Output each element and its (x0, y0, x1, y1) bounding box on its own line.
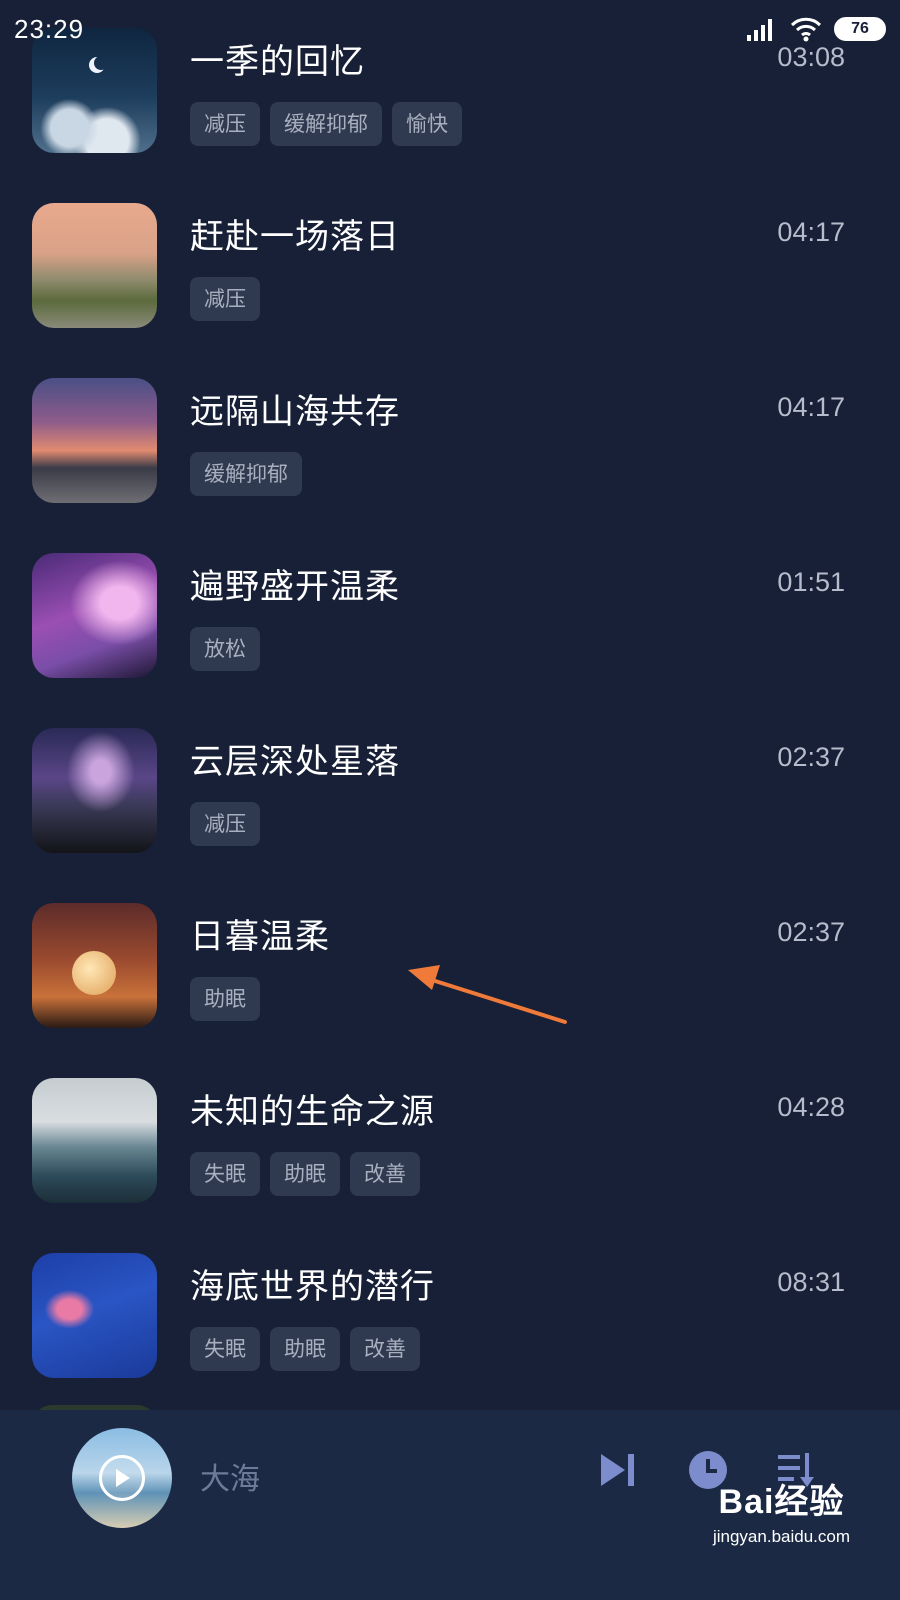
track-tag[interactable]: 改善 (350, 1327, 420, 1371)
track-cover-image (32, 1253, 157, 1378)
track-tags: 失眠 助眠 改善 (190, 1327, 420, 1371)
track-tag[interactable]: 减压 (190, 277, 260, 321)
play-icon (116, 1469, 130, 1487)
status-bar: 23:29 76 (0, 0, 900, 60)
battery-indicator: 76 (834, 17, 886, 41)
now-playing-cover[interactable] (72, 1428, 172, 1528)
watermark-url: jingyan.baidu.com (712, 1527, 850, 1546)
play-button[interactable] (99, 1455, 145, 1501)
next-track-button[interactable] (598, 1450, 638, 1490)
track-cover-image (32, 203, 157, 328)
track-tags: 减压 (190, 802, 260, 846)
track-duration: 04:17 (777, 217, 845, 247)
track-title: 遍野盛开温柔 (190, 567, 400, 607)
track-cover-image (32, 553, 157, 678)
track-tag[interactable]: 失眠 (190, 1327, 260, 1371)
track-duration: 02:37 (777, 917, 845, 947)
status-time: 23:29 (14, 14, 85, 44)
track-item[interactable]: 云层深处星落 02:37 减压 (0, 728, 900, 903)
track-item[interactable]: 遍野盛开温柔 01:51 放松 (0, 553, 900, 728)
track-title: 远隔山海共存 (190, 392, 400, 432)
track-title: 赶赴一场落日 (190, 217, 400, 257)
track-tag[interactable]: 愉快 (392, 102, 462, 146)
track-tags: 缓解抑郁 (190, 452, 302, 496)
track-duration: 04:28 (777, 1092, 845, 1122)
track-tag[interactable]: 放松 (190, 627, 260, 671)
track-tag[interactable]: 减压 (190, 802, 260, 846)
track-tag[interactable]: 助眠 (270, 1327, 340, 1371)
track-title: 云层深处星落 (190, 742, 400, 782)
track-item[interactable]: 赶赴一场落日 04:17 减压 (0, 203, 900, 378)
wifi-icon (790, 17, 822, 42)
track-duration: 04:17 (777, 392, 845, 422)
track-tag[interactable]: 缓解抑郁 (190, 452, 302, 496)
track-tags: 放松 (190, 627, 260, 671)
track-item[interactable]: 日暮温柔 02:37 助眠 (0, 903, 900, 1078)
track-item[interactable]: 海底世界的潜行 08:31 失眠 助眠 改善 (0, 1253, 900, 1428)
mini-player: 大海 Bai经验 jingyan.baidu.com (0, 1410, 900, 1600)
battery-level: 76 (851, 20, 869, 37)
track-cover-image (32, 903, 157, 1028)
track-duration: 08:31 (777, 1267, 845, 1297)
track-title: 日暮温柔 (190, 917, 330, 957)
track-cover-image (32, 378, 157, 503)
track-tags: 减压 缓解抑郁 愉快 (190, 102, 462, 146)
track-tags: 助眠 (190, 977, 260, 1021)
skip-next-icon (601, 1454, 634, 1486)
track-cover-image (32, 728, 157, 853)
now-playing-title: 大海 (200, 1462, 260, 1497)
track-item[interactable]: 未知的生命之源 04:28 失眠 助眠 改善 (0, 1078, 900, 1253)
track-tag[interactable]: 减压 (190, 102, 260, 146)
track-tag[interactable]: 缓解抑郁 (270, 102, 382, 146)
watermark-brand: Bai经验 (718, 1483, 845, 1521)
track-tag[interactable]: 助眠 (270, 1152, 340, 1196)
track-tags: 减压 (190, 277, 260, 321)
track-tag[interactable]: 助眠 (190, 977, 260, 1021)
status-icons: 76 (746, 16, 886, 42)
track-tag[interactable]: 失眠 (190, 1152, 260, 1196)
track-tag[interactable]: 改善 (350, 1152, 420, 1196)
track-item[interactable]: 远隔山海共存 04:17 缓解抑郁 (0, 378, 900, 553)
track-tags: 失眠 助眠 改善 (190, 1152, 420, 1196)
track-duration: 01:51 (777, 567, 845, 597)
track-cover-image (32, 1078, 157, 1203)
track-title: 海底世界的潜行 (190, 1267, 435, 1307)
track-duration: 02:37 (777, 742, 845, 772)
track-title: 未知的生命之源 (190, 1092, 435, 1132)
signal-icon (747, 19, 772, 41)
watermark: Bai经验 jingyan.baidu.com (713, 1474, 850, 1547)
